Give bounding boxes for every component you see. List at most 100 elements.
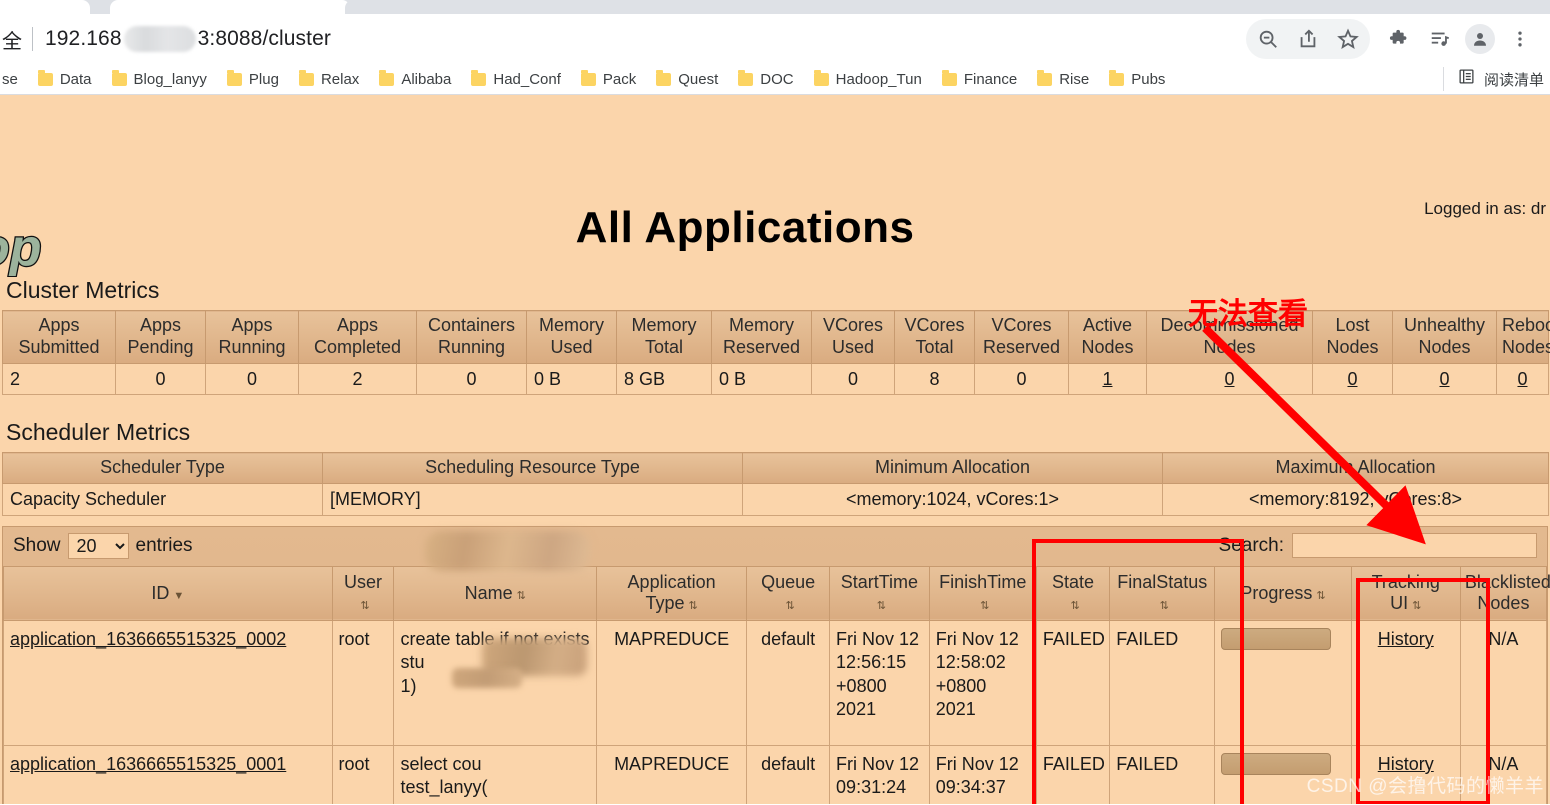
address-bar-url[interactable]: 192.168 3:8088/cluster <box>45 26 331 52</box>
search-input[interactable] <box>1292 533 1537 559</box>
browser-tab-other[interactable] <box>1440 0 1550 14</box>
media-icon[interactable] <box>1420 19 1460 59</box>
bookmark-item-0[interactable]: se <box>0 66 28 92</box>
sort-both-icon: ⇅ <box>1316 589 1326 602</box>
sort-both-icon: ⇅ <box>360 600 370 613</box>
scheduler-metrics-row: Capacity Scheduler [MEMORY] <memory:1024… <box>2 483 1549 516</box>
unhealthy-nodes-link[interactable]: 0 <box>1439 369 1449 389</box>
sort-both-icon: ⇅ <box>1070 600 1080 613</box>
col-finalstatus[interactable]: FinalStatus ⇅ <box>1109 565 1216 622</box>
rebooted-nodes-link[interactable]: 0 <box>1517 369 1527 389</box>
bookmark-item-5[interactable]: Alibaba <box>369 66 461 92</box>
share-icon[interactable] <box>1288 19 1328 59</box>
bookmark-item-9[interactable]: DOC <box>728 66 803 92</box>
yarn-resourcemanager-page: Logged in as: dr op All Applications Clu… <box>0 95 1550 804</box>
col-state[interactable]: State ⇅ <box>1035 565 1111 622</box>
val-lost-nodes[interactable]: 0 <box>1312 362 1393 396</box>
search-control[interactable]: Search: <box>1219 533 1537 559</box>
col-blacklisted-nodes[interactable]: Blacklisted Nodes <box>1459 565 1550 622</box>
col-tracking-ui[interactable]: Tracking UI ⇅ <box>1350 565 1461 622</box>
col-id[interactable]: ID ▼ <box>3 565 333 622</box>
lost-nodes-link[interactable]: 0 <box>1347 369 1357 389</box>
col-name[interactable]: Name ⇅ <box>393 565 598 622</box>
sort-both-icon: ⇅ <box>785 600 795 613</box>
site-security-chip[interactable]: 全 <box>0 25 45 54</box>
show-entries-control[interactable]: Show 20 40 60 80 100 entries <box>13 532 193 559</box>
cell-user: root <box>331 745 395 804</box>
folder-icon <box>738 69 754 86</box>
browser-tab-next[interactable] <box>345 0 635 14</box>
bookmark-item-3[interactable]: Plug <box>217 66 289 92</box>
more-menu-icon[interactable] <box>1500 19 1540 59</box>
application-id-link[interactable]: application_1636665515325_0002 <box>10 629 286 649</box>
name-redaction-blur-row2b <box>452 668 522 688</box>
val-rebooted-nodes[interactable]: 0 <box>1496 362 1549 396</box>
svg-text:op: op <box>0 221 42 277</box>
bookmark-item-13[interactable]: Pubs <box>1099 66 1175 92</box>
col-queue[interactable]: Queue ⇅ <box>746 565 831 622</box>
col-apps-running: Apps Running <box>205 310 299 364</box>
omnibox-divider <box>32 27 33 51</box>
active-nodes-link[interactable]: 1 <box>1102 369 1112 389</box>
val-decommissioned-nodes[interactable]: 0 <box>1146 362 1313 396</box>
col-finishtime[interactable]: FinishTime ⇅ <box>928 565 1037 622</box>
bookmark-item-12[interactable]: Rise <box>1027 66 1099 92</box>
col-finalstatus-label: FinalStatus <box>1117 571 1208 592</box>
cell-id[interactable]: application_1636665515325_0001 <box>3 745 333 804</box>
bookmark-item-4[interactable]: Relax <box>289 66 369 92</box>
decommissioned-nodes-link[interactable]: 0 <box>1224 369 1234 389</box>
bookmark-item-8[interactable]: Quest <box>646 66 728 92</box>
hadoop-logo[interactable]: op <box>0 218 73 279</box>
col-queue-label: Queue <box>761 571 816 592</box>
val-vcores-used: 0 <box>811 362 895 396</box>
col-progress[interactable]: Progress ⇅ <box>1214 565 1352 622</box>
folder-icon <box>298 69 314 86</box>
bookmark-item-6[interactable]: Had_Conf <box>461 66 571 92</box>
col-vcores-used: VCores Used <box>811 310 895 364</box>
val-unhealthy-nodes[interactable]: 0 <box>1392 362 1497 396</box>
browser-tab-previous[interactable] <box>0 0 90 14</box>
val-vcores-total: 8 <box>894 362 975 396</box>
bookmark-item-11[interactable]: Finance <box>932 66 1027 92</box>
omnibox-actions <box>1246 19 1540 59</box>
cell-tracking-ui[interactable]: History <box>1350 620 1461 747</box>
folder-icon <box>941 69 957 86</box>
tab-strip[interactable] <box>0 0 1550 14</box>
cell-finishtime: Fri Nov 12 09:34:37 +0800 2021 <box>928 745 1037 804</box>
col-user[interactable]: User ⇅ <box>331 565 395 622</box>
star-icon[interactable] <box>1328 19 1368 59</box>
profile-icon[interactable] <box>1460 19 1500 59</box>
col-state-label: State <box>1052 571 1095 592</box>
tracking-ui-link[interactable]: History <box>1378 629 1434 649</box>
bookmark-item-1[interactable]: Data <box>28 66 102 92</box>
bookmark-label: DOC <box>760 70 794 88</box>
bookmark-item-10[interactable]: Hadoop_Tun <box>804 66 932 92</box>
bookmark-item-2[interactable]: Blog_lanyy <box>102 66 217 92</box>
col-starttime[interactable]: StartTime ⇅ <box>829 565 930 622</box>
val-active-nodes[interactable]: 1 <box>1068 362 1147 396</box>
omnibox-row[interactable]: 全 192.168 3:8088/cluster <box>0 14 1550 64</box>
browser-tab-active[interactable] <box>110 0 350 14</box>
applications-toolbar: Show 20 40 60 80 100 entries Search: <box>3 527 1547 566</box>
folder-icon <box>111 69 127 86</box>
zoom-out-icon[interactable] <box>1248 19 1288 59</box>
entries-select[interactable]: 20 40 60 80 100 <box>67 532 129 559</box>
bookmark-item-7[interactable]: Pack <box>571 66 646 92</box>
table-header-row: Apps Submitted Apps Pending Apps Running… <box>2 310 1550 364</box>
col-active-nodes: Active Nodes <box>1068 310 1147 364</box>
bookmark-label: Pubs <box>1131 70 1166 88</box>
cell-queue: default <box>746 745 831 804</box>
col-progress-label: Progress <box>1240 582 1313 603</box>
reading-list-button[interactable]: 阅读清单 <box>1442 67 1550 91</box>
col-application-type[interactable]: Application Type ⇅ <box>596 565 748 622</box>
cell-id[interactable]: application_1636665515325_0002 <box>3 620 333 747</box>
extensions-icon[interactable] <box>1380 19 1420 59</box>
folder-icon <box>1109 69 1125 86</box>
val-vcores-reserved: 0 <box>974 362 1069 396</box>
col-memory-used: Memory Used <box>526 310 617 364</box>
application-id-link[interactable]: application_1636665515325_0001 <box>10 754 286 774</box>
col-memory-total: Memory Total <box>616 310 712 364</box>
val-minimum-allocation: <memory:1024, vCores:1> <box>742 483 1163 516</box>
bookmarks-bar[interactable]: se Data Blog_lanyy Plug Relax Alibaba Ha… <box>0 64 1550 95</box>
col-minimum-allocation: Minimum Allocation <box>742 452 1163 485</box>
